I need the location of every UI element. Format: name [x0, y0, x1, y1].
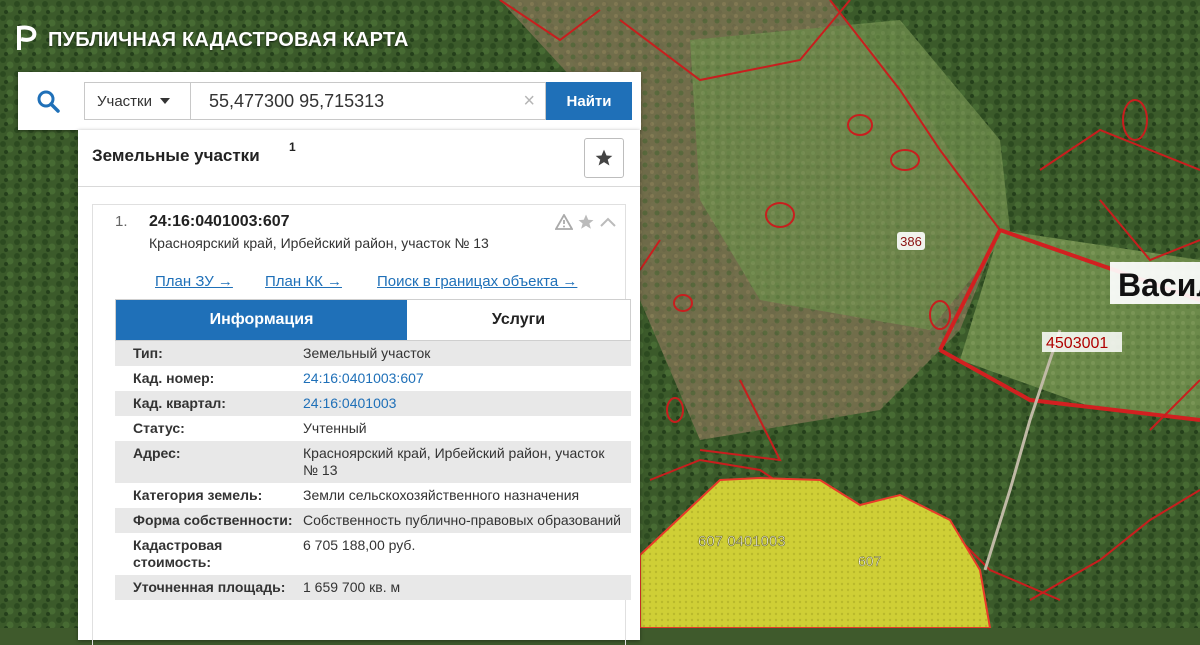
info-label: Адрес: [133, 445, 181, 461]
svg-text:386: 386 [900, 234, 922, 249]
info-label: Форма собственности: [133, 512, 293, 528]
result-tabs: Информация Услуги [115, 299, 631, 341]
clear-icon[interactable]: × [523, 90, 535, 113]
app-title: ПУБЛИЧНАЯ КАДАСТРОВАЯ КАРТА [48, 28, 409, 51]
info-row: Адрес: Красноярский край, Ирбейский райо… [115, 441, 631, 483]
info-label: Кадастровая стоимость: [133, 537, 223, 570]
info-row: Форма собственности: Собственность публи… [115, 508, 631, 533]
logo-icon [16, 24, 38, 57]
result-actions [555, 213, 617, 231]
search-input[interactable] [207, 89, 511, 113]
info-row: Тип: Земельный участок [115, 341, 631, 366]
search-type-select[interactable]: Участки [84, 82, 190, 120]
info-row: Уточненная площадь: 1 659 700 кв. м [115, 575, 631, 600]
info-label: Статус: [133, 420, 185, 436]
find-button[interactable]: Найти [546, 82, 632, 120]
info-value: Собственность публично-правовых образова… [303, 512, 621, 528]
favorites-button[interactable] [584, 138, 624, 178]
quarter-label-right: 4503001 [1042, 332, 1122, 352]
parcel-label-386: 386 [897, 232, 925, 250]
cadastral-number-link[interactable]: 24:16:0401003:607 [303, 370, 631, 387]
info-label: Тип: [133, 345, 163, 361]
info-value: Земли сельскохозяйственного назначения [303, 487, 580, 503]
result-item: 1. 24:16:0401003:607 Красноярский край, … [92, 204, 631, 645]
result-address: Красноярский край, Ирбейский район, учас… [149, 235, 489, 251]
search-bounds-link[interactable]: Поиск в границах объекта → [377, 273, 577, 290]
plan-zu-link[interactable]: План ЗУ → [155, 273, 233, 290]
svg-text:4503001: 4503001 [1046, 335, 1108, 352]
result-cadastral-id[interactable]: 24:16:0401003:607 [149, 213, 290, 231]
plan-kk-link[interactable]: План КК → [265, 273, 342, 290]
search-bar: Участки × Найти [18, 72, 641, 130]
search-input-wrap: × [190, 82, 546, 120]
village-label: Васил [1110, 262, 1200, 304]
parcel-label-607: 607 [858, 553, 882, 570]
results-count: 1 [289, 140, 296, 154]
info-row: Статус: Учтенный [115, 416, 631, 441]
info-label: Кад. номер: [133, 370, 215, 386]
info-label: Кад. квартал: [133, 395, 226, 411]
star-icon [595, 149, 613, 166]
search-type-label: Участки [97, 92, 152, 110]
warning-icon[interactable] [555, 214, 573, 230]
chevron-up-icon[interactable] [599, 215, 617, 229]
info-value: Учтенный [303, 420, 367, 436]
quarter-label-bottom: 607 0401003 [698, 533, 786, 551]
tab-info[interactable]: Информация [116, 300, 407, 340]
results-panel: Земельные участки 1 1. 24:16:0401003:607… [78, 130, 640, 645]
panel-header: Земельные участки 1 [78, 130, 640, 187]
info-row: Кад. номер: 24:16:0401003:607 [115, 366, 631, 391]
tab-services[interactable]: Услуги [407, 300, 630, 340]
info-row: Кад. квартал: 24:16:0401003 [115, 391, 631, 416]
info-value: Земельный участок [303, 345, 431, 361]
svg-text:607 0401003: 607 0401003 [698, 533, 786, 550]
app-header: ПУБЛИЧНАЯ КАДАСТРОВАЯ КАРТА [16, 24, 409, 56]
result-number: 1. [115, 213, 128, 230]
info-row: Категория земель: Земли сельскохозяйстве… [115, 483, 631, 508]
cadastral-quarter-link[interactable]: 24:16:0401003 [303, 395, 631, 412]
star-icon[interactable] [577, 213, 595, 231]
chevron-down-icon [160, 98, 170, 104]
search-icon[interactable] [18, 89, 78, 113]
info-label: Уточненная площадь: [133, 579, 286, 595]
info-value: Красноярский край, Ирбейский район, учас… [303, 445, 605, 478]
info-row: Кадастровая стоимость: 6 705 188,00 руб. [115, 533, 631, 575]
info-label: Категория земель: [133, 487, 263, 503]
info-value: 1 659 700 кв. м [303, 579, 401, 595]
info-table: Тип: Земельный участок Кад. номер: 24:16… [115, 341, 631, 600]
info-value: 6 705 188,00 руб. [303, 537, 416, 553]
svg-text:607: 607 [858, 553, 882, 569]
panel-title: Земельные участки [92, 146, 260, 165]
svg-text:Васил: Васил [1118, 267, 1200, 303]
